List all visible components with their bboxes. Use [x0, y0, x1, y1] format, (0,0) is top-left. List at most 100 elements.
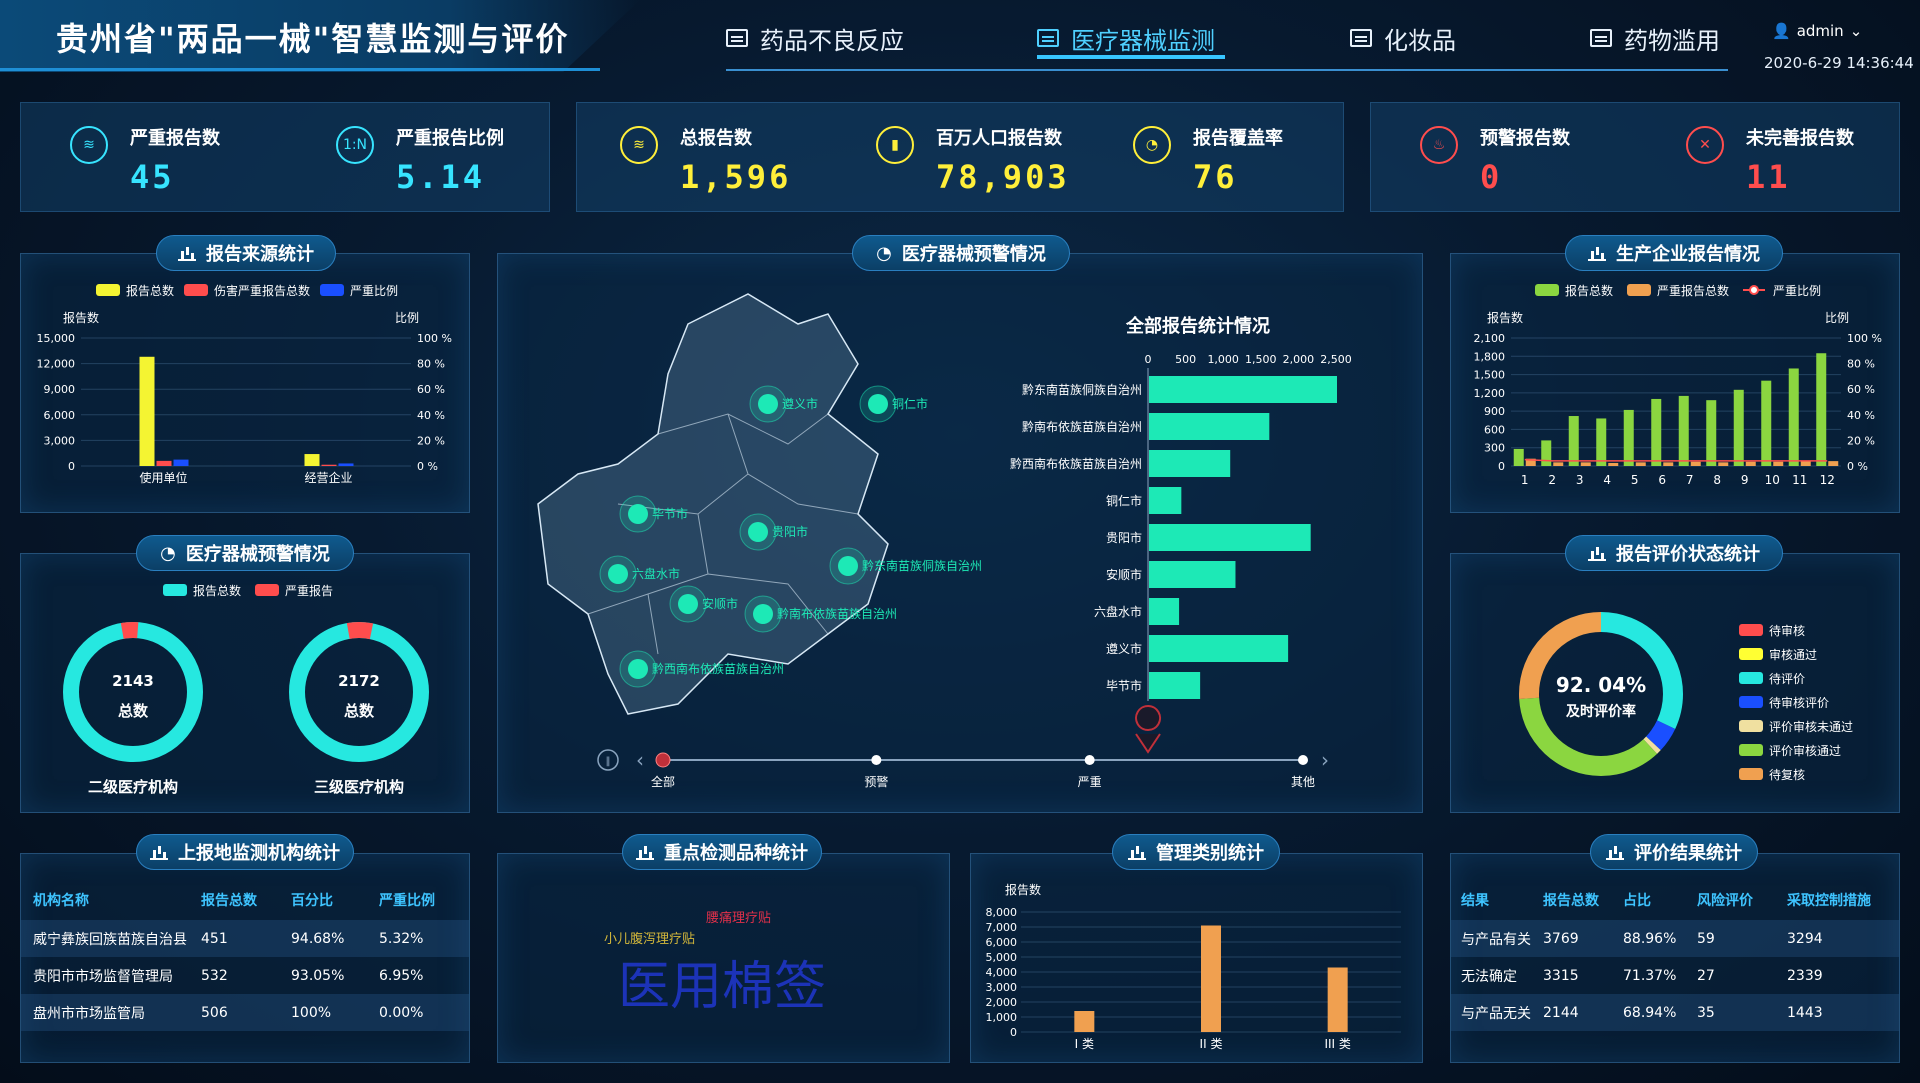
- legend-label: 严重比例: [1773, 284, 1821, 298]
- kpi-value: 5.14: [396, 158, 486, 196]
- bar: [1718, 462, 1729, 466]
- kpi-label: 严重报告比例: [396, 128, 504, 149]
- warning-donut-chart: 报告总数 严重报告 2143 总数二级医疗机构 2172 总数三级医疗机构: [63, 583, 429, 796]
- x-tick-label: 11: [1792, 473, 1807, 487]
- guizhou-map[interactable]: 遵义市 铜仁市毕节市贵阳市黔东南苗族侗族自治州六盘水市安顺市黔南布依族苗族自治州黔…: [498, 254, 1424, 814]
- panel-report-source: 报告总数 伤害严重报告总数 严重比例 报告数 比例 15,000 12,000 9,000 6,…: [20, 253, 470, 513]
- table-row[interactable]: 盘州市市场监管局 506 100% 0.00%: [21, 994, 469, 1031]
- bar: [1663, 462, 1674, 466]
- city-marker: [838, 556, 858, 576]
- user-menu[interactable]: 👤 admin ⌄: [1772, 22, 1862, 40]
- chevron-right-icon: ›: [1321, 748, 1329, 772]
- bar: [1828, 461, 1839, 466]
- y-tick-label-right: 80 %: [1847, 358, 1875, 371]
- table-row[interactable]: 贵阳市市场监督管理局 532 93.05% 6.95%: [21, 957, 469, 994]
- y-tick-label: 3,000: [986, 981, 1018, 994]
- legend-swatch: [96, 284, 120, 296]
- kpi-label: 预警报告数: [1480, 128, 1570, 149]
- tab-adverse-drug-reaction[interactable]: 药品不良反应: [726, 18, 904, 58]
- y-axis-label-left: 报告数: [63, 310, 99, 325]
- bar: [1761, 380, 1772, 466]
- tab-medical-device-monitoring[interactable]: 医疗器械监测: [1037, 18, 1215, 58]
- chart-icon: [1128, 844, 1146, 860]
- x-tick-label: 1,500: [1245, 353, 1277, 366]
- title-underline: [0, 68, 600, 71]
- donut-label: 三级医疗机构: [314, 778, 404, 796]
- y-tick-label: 9,000: [44, 383, 76, 396]
- city-marker: [678, 594, 698, 614]
- panel-key-product: 腰痛理疗贴 小儿腹泻理疗贴 医用棉签: [497, 853, 950, 1063]
- x-tick-label: 0: [1145, 353, 1152, 366]
- y-tick-label-right: 0 %: [1847, 460, 1868, 473]
- bar: [1651, 398, 1662, 466]
- city-marker: [628, 659, 648, 679]
- kpi-item: ▮ 百万人口报告数 78,903: [876, 102, 1096, 212]
- bar-chart-title: 全部报告统计情况: [1125, 315, 1270, 337]
- y-tick-label: 0: [1010, 1026, 1017, 1039]
- legend-label: 待审核: [1769, 623, 1805, 638]
- bar: [1553, 462, 1564, 466]
- kpi-item: ≋ 严重报告数 45: [70, 102, 290, 212]
- bar: [1800, 461, 1811, 466]
- legend-swatch: [1627, 284, 1651, 296]
- donut-ring: [63, 622, 203, 762]
- bar: [1149, 635, 1289, 662]
- y-tick-label: 0: [68, 460, 75, 473]
- bar: [1733, 389, 1744, 466]
- word-cloud-item: 医用棉签: [618, 957, 827, 1017]
- panel-title-category: 管理类别统计: [1112, 834, 1280, 870]
- table-row[interactable]: 威宁彝族回族苗族自治县 451 94.68% 5.32%: [21, 920, 469, 957]
- kpi-value: 11: [1746, 158, 1791, 196]
- panel-title-institution: 上报地监测机构统计: [136, 834, 354, 870]
- table-header-row: 结果 报告总数 占比 风险评价 采取控制措施: [1461, 893, 1871, 909]
- bar: [1074, 1011, 1095, 1032]
- chart-icon: [178, 245, 196, 261]
- bar: [1706, 400, 1717, 466]
- y-tick-label: 15,000: [37, 332, 76, 345]
- tab-cosmetics[interactable]: 化妆品: [1350, 18, 1456, 58]
- timeline-label: 严重: [1078, 775, 1102, 789]
- x-tick-label: I 类: [1075, 1037, 1094, 1051]
- bar: [1596, 418, 1607, 466]
- timeline-label: 其他: [1291, 775, 1315, 789]
- chart-icon: [636, 844, 654, 860]
- panel-title-enterprise: 生产企业报告情况: [1565, 235, 1783, 271]
- kpi-item: ♨ 预警报告数 0: [1420, 102, 1640, 212]
- kpi-value: 76: [1193, 158, 1238, 196]
- kpi-item: ✕ 未完善报告数 11: [1686, 102, 1906, 212]
- y-tick-label-right: 100 %: [1847, 332, 1882, 345]
- kpi-label: 百万人口报告数: [936, 128, 1062, 149]
- tab-drug-abuse[interactable]: 药物滥用: [1590, 18, 1720, 58]
- legend-label: 审核通过: [1769, 647, 1817, 662]
- database-icon: ≋: [70, 126, 108, 164]
- table-row[interactable]: 无法确定 3315 71.37% 27 2339: [1451, 957, 1899, 994]
- y-tick-label: 300: [1484, 442, 1505, 455]
- x-tick-label: 2,000: [1283, 353, 1315, 366]
- alarm-icon: ♨: [1420, 126, 1458, 164]
- donut-label: 二级医疗机构: [88, 778, 178, 796]
- donut-ring: [289, 622, 429, 762]
- y-tick-label: 1,500: [1474, 369, 1506, 382]
- nav-active-indicator: [1037, 55, 1225, 59]
- x-tick-label: 4: [1603, 473, 1611, 487]
- legend-label: 待复核: [1769, 768, 1805, 782]
- kpi-item: ≋ 总报告数 1,596: [620, 102, 840, 212]
- kpi-item: 1:N 严重报告比例 5.14: [336, 102, 556, 212]
- y-axis-label: 报告数: [1005, 882, 1041, 897]
- legend-label: 评价审核未通过: [1769, 719, 1853, 734]
- kpi-label: 总报告数: [680, 128, 752, 149]
- table-row[interactable]: 与产品无关 2144 68.94% 35 1443: [1451, 994, 1899, 1031]
- y-tick-label: 黔东南苗族侗族自治州: [1022, 382, 1142, 397]
- y-tick-label: 1,000: [986, 1011, 1018, 1024]
- bar: [139, 356, 155, 466]
- bar: [1149, 413, 1270, 440]
- y-tick-label-right: 60 %: [417, 383, 445, 396]
- table-row[interactable]: 与产品有关 3769 88.96% 59 3294: [1451, 920, 1899, 957]
- y-tick-label: 0: [1498, 460, 1505, 473]
- kpi-value: 45: [130, 158, 175, 196]
- bar: [1773, 461, 1784, 466]
- y-tick-label-right: 0 %: [417, 460, 438, 473]
- legend-swatch: [1535, 284, 1559, 296]
- kpi-value: 1,596: [680, 158, 792, 196]
- report-source-chart: 报告总数 伤害严重报告总数 严重比例报告数 比例 15,000 12,000 9,000 6,…: [37, 283, 452, 485]
